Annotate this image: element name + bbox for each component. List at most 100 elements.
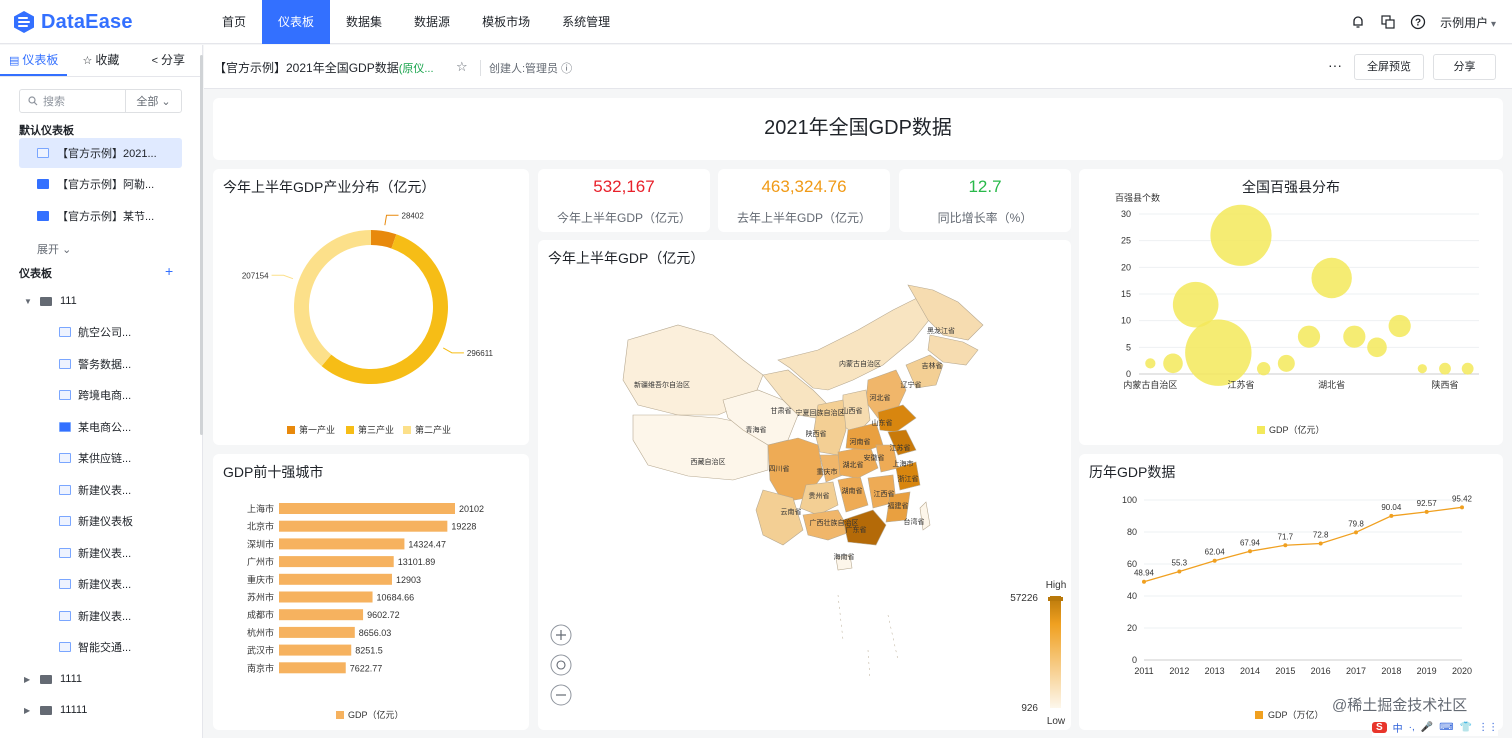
- logo[interactable]: DataEase: [12, 9, 133, 35]
- scatter-point[interactable]: [1343, 325, 1366, 348]
- folder-111[interactable]: ▼ 111: [24, 292, 77, 310]
- info-icon[interactable]: ⓘ: [561, 63, 572, 75]
- county-scatter-card[interactable]: 全国百强县分布 百强县个数 0 5 10 15 20 25 30 内蒙古自治区 江苏省 湖北省 陕西省…: [1079, 169, 1503, 445]
- more-icon[interactable]: ···: [1328, 57, 1342, 73]
- help-icon[interactable]: ?: [1410, 14, 1426, 30]
- legend-swatch[interactable]: [287, 426, 295, 434]
- bar[interactable]: [279, 591, 373, 603]
- line-point[interactable]: [1212, 558, 1217, 563]
- kpi-card-current[interactable]: 532,167 今年上半年GDP（亿元）: [538, 169, 710, 232]
- donut-slice[interactable]: [294, 230, 371, 367]
- scatter-point[interactable]: [1163, 353, 1183, 374]
- line-point[interactable]: [1389, 513, 1394, 518]
- legend-swatch[interactable]: [336, 711, 344, 719]
- leaf-item[interactable]: 新建仪表...: [59, 575, 131, 593]
- kpi-card-growth[interactable]: 12.7 同比增长率（%）: [899, 169, 1071, 232]
- bar[interactable]: [279, 609, 364, 621]
- expand-toggle[interactable]: 展开 ⌄: [37, 241, 71, 257]
- favorite-star-icon[interactable]: ☆: [456, 59, 468, 75]
- kpi-card-last-year[interactable]: 463,324.76 去年上半年GDP（亿元）: [718, 169, 890, 232]
- zoom-in-button[interactable]: [550, 624, 572, 646]
- legend-handle-top[interactable]: [1048, 597, 1063, 601]
- leaf-item[interactable]: 智能交通...: [59, 638, 131, 656]
- line-series[interactable]: [1143, 506, 1463, 583]
- leaf-item[interactable]: 警务数据...: [59, 355, 131, 373]
- reset-zoom-button[interactable]: [550, 654, 572, 676]
- apps-icon[interactable]: ⋮⋮: [1478, 722, 1498, 733]
- bar[interactable]: [279, 556, 394, 568]
- notification-icon[interactable]: [1350, 14, 1366, 30]
- scatter-point[interactable]: [1145, 358, 1156, 369]
- scatter-point[interactable]: [1388, 314, 1411, 338]
- scatter-point[interactable]: [1210, 204, 1272, 266]
- nav-dataset[interactable]: 数据集: [330, 0, 398, 44]
- default-item-festival[interactable]: 【官方示例】某节...: [19, 201, 182, 231]
- user-menu[interactable]: 示例用户: [1440, 14, 1496, 31]
- nav-system-management[interactable]: 系统管理: [546, 0, 626, 44]
- scatter-point[interactable]: [1311, 257, 1352, 299]
- donut-slice[interactable]: [321, 234, 449, 385]
- leaf-item[interactable]: 新建仪表...: [59, 607, 131, 625]
- scatter-point[interactable]: [1185, 319, 1252, 386]
- line-point[interactable]: [1318, 541, 1323, 546]
- default-item-gdp[interactable]: 【官方示例】2021...: [19, 138, 182, 168]
- folder-11111[interactable]: ▶ 11111: [24, 701, 87, 719]
- scatter-point[interactable]: [1256, 361, 1271, 376]
- leaf-item[interactable]: 某供应链...: [59, 449, 131, 467]
- ime-punct[interactable]: ·,: [1409, 722, 1415, 733]
- city-bar-card[interactable]: GDP前十强城市 上海市 20102 北京市 19228 深圳市 14324.47 广州市 1…: [213, 454, 529, 730]
- zoom-out-button[interactable]: [550, 684, 572, 706]
- legend-swatch[interactable]: [403, 426, 411, 434]
- gdp-line-card[interactable]: 历年GDP数据 0 20 40 60 80 100 48.94 2011 55.3 2012 62.…: [1079, 454, 1503, 730]
- search-input[interactable]: 搜索: [20, 90, 126, 112]
- industry-donut-card[interactable]: 今年上半年GDP产业分布（亿元） 28402 296611 207154 第一产业 第三…: [213, 169, 529, 445]
- folder-1111[interactable]: ▶ 1111: [24, 670, 82, 688]
- nav-datasource[interactable]: 数据源: [398, 0, 466, 44]
- ime-logo[interactable]: S: [1372, 721, 1387, 733]
- line-point[interactable]: [1460, 505, 1464, 510]
- map-color-legend[interactable]: [1050, 596, 1061, 708]
- bar[interactable]: [279, 538, 405, 550]
- line-point[interactable]: [1424, 509, 1429, 514]
- legend-swatch[interactable]: [346, 426, 354, 434]
- bar[interactable]: [279, 573, 392, 585]
- keyboard-icon[interactable]: ⌨: [1439, 722, 1453, 733]
- legend-swatch[interactable]: [1257, 426, 1265, 434]
- bar[interactable]: [279, 662, 346, 674]
- scatter-point[interactable]: [1367, 337, 1387, 358]
- leaf-item[interactable]: 新建仪表...: [59, 544, 131, 562]
- leaf-item[interactable]: 某电商公...: [59, 418, 131, 436]
- scatter-point[interactable]: [1439, 362, 1451, 375]
- leaf-item[interactable]: 新建仪表板: [59, 512, 133, 530]
- skin-icon[interactable]: 👕: [1460, 722, 1472, 733]
- nav-home[interactable]: 首页: [206, 0, 262, 44]
- scatter-point[interactable]: [1297, 325, 1321, 348]
- bar[interactable]: [279, 626, 355, 638]
- nav-template-market[interactable]: 模板市场: [466, 0, 546, 44]
- nav-dashboard[interactable]: 仪表板: [262, 0, 331, 44]
- tab-share[interactable]: < 分享: [135, 45, 202, 76]
- gdp-map-card[interactable]: 今年上半年GDP（亿元） 新疆维吾尔自治区 西藏自治区 青海省 甘肃省 内蒙古自…: [538, 240, 1071, 730]
- scatter-point[interactable]: [1461, 362, 1474, 375]
- ime-chinese[interactable]: 中: [1393, 720, 1403, 735]
- language-icon[interactable]: [1380, 14, 1396, 30]
- tab-favorite[interactable]: ☆ 收藏: [67, 45, 134, 76]
- bar[interactable]: [279, 503, 455, 514]
- add-icon[interactable]: +: [165, 263, 173, 279]
- tab-dashboard[interactable]: ▤ 仪表板: [0, 45, 68, 76]
- default-item-aler[interactable]: 【官方示例】阿勒...: [19, 169, 182, 199]
- line-point[interactable]: [1142, 579, 1146, 584]
- share-button[interactable]: 分享: [1433, 54, 1496, 80]
- leaf-item[interactable]: 新建仪表...: [59, 481, 131, 499]
- line-point[interactable]: [1177, 569, 1182, 574]
- fullscreen-preview-button[interactable]: 全屏预览: [1354, 54, 1424, 80]
- leaf-item[interactable]: 航空公司...: [59, 323, 131, 341]
- line-point[interactable]: [1283, 543, 1288, 548]
- line-point[interactable]: [1248, 549, 1252, 554]
- filter-select[interactable]: 全部 ⌄: [126, 90, 181, 112]
- scatter-point[interactable]: [1277, 354, 1295, 372]
- scatter-point[interactable]: [1417, 364, 1427, 374]
- bar[interactable]: [279, 520, 448, 532]
- bar[interactable]: [279, 644, 352, 656]
- sidebar-scrollbar[interactable]: [200, 55, 203, 435]
